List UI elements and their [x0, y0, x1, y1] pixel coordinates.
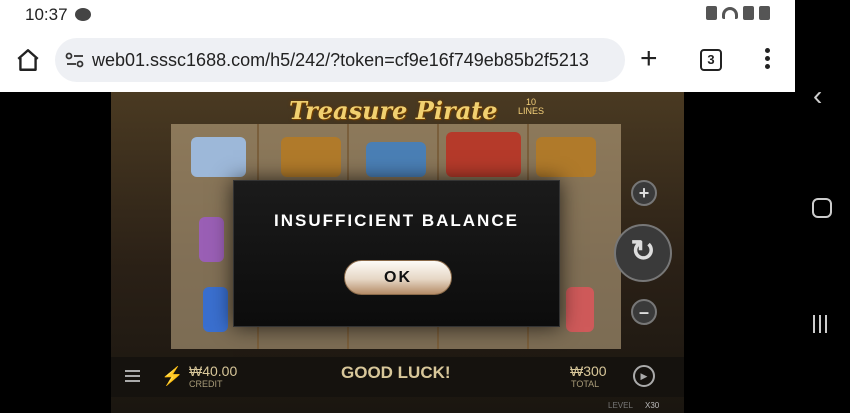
spyglass-symbol	[536, 137, 596, 177]
map-scroll-symbol	[191, 137, 246, 177]
level-label: LEVEL	[608, 401, 633, 410]
more-menu-button[interactable]	[762, 48, 772, 74]
status-icons	[706, 6, 770, 20]
new-tab-button[interactable]: +	[640, 44, 658, 74]
dialog-title: INSUFFICIENT BALANCE	[274, 211, 519, 230]
spin-button[interactable]: ↻	[614, 224, 672, 282]
insufficient-balance-dialog: INSUFFICIENT BALANCE OK	[233, 180, 560, 327]
j-symbol	[203, 287, 228, 332]
mute-icon	[706, 6, 717, 20]
a-symbol	[566, 287, 594, 332]
recent-apps-icon[interactable]	[813, 315, 827, 333]
game-bottom-bar: ⚡ ₩40.00 CREDIT GOOD LUCK! ₩300 TOTAL ▶	[111, 357, 684, 397]
total-bet-value: ₩300	[570, 363, 607, 379]
k-symbol	[199, 217, 224, 262]
decrease-bet-button[interactable]: –	[631, 299, 657, 325]
address-bar[interactable]: web01.sssc1688.com/h5/242/?token=cf9e16f…	[55, 38, 625, 82]
back-nav-icon[interactable]: ‹	[813, 80, 822, 112]
status-time: 10:37	[25, 5, 68, 24]
autoplay-icon[interactable]: ▶	[633, 365, 655, 387]
credit-value: ₩40.00	[189, 363, 238, 379]
credit-label: CREDIT	[189, 379, 223, 389]
status-bar: 10:37	[0, 0, 795, 30]
home-nav-icon[interactable]	[812, 198, 832, 218]
ok-button[interactable]: OK	[344, 260, 452, 295]
total-bet-label: TOTAL	[571, 379, 600, 389]
lines-label: LINES	[518, 106, 545, 116]
pistol-symbol	[366, 142, 426, 177]
wifi-icon	[722, 7, 738, 19]
home-icon[interactable]	[15, 47, 41, 73]
pirate-ship-symbol	[446, 132, 521, 177]
tab-switcher-button[interactable]: 3	[700, 49, 722, 71]
talk-icon	[75, 8, 91, 21]
game-title: Treasure Pirate	[289, 96, 498, 125]
url-text[interactable]: web01.sssc1688.com/h5/242/?token=cf9e16f…	[92, 50, 617, 71]
hamburger-menu-icon[interactable]	[125, 370, 140, 382]
site-settings-icon[interactable]	[65, 51, 85, 69]
spyglass-symbol	[281, 137, 341, 177]
game-message: GOOD LUCK!	[341, 363, 451, 382]
browser-toolbar: web01.sssc1688.com/h5/242/?token=cf9e16f…	[0, 30, 795, 92]
increase-bet-button[interactable]: +	[631, 180, 657, 206]
lines-badge: 10 LINES	[518, 98, 544, 116]
signal-icon	[743, 6, 754, 20]
lightning-icon[interactable]: ⚡	[161, 366, 183, 387]
level-value: X30	[645, 401, 660, 410]
battery-icon	[759, 6, 770, 20]
